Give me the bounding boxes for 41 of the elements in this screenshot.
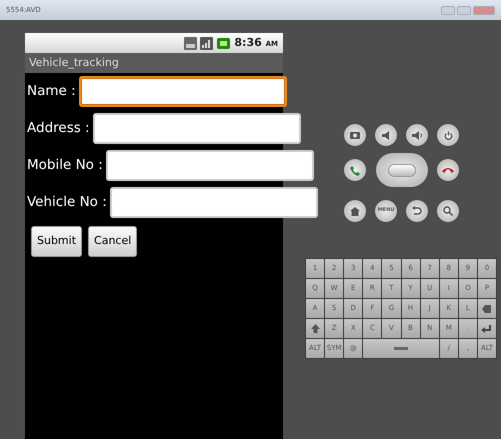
home-icon <box>350 206 360 216</box>
home-button[interactable] <box>344 200 366 222</box>
space-bar-icon <box>394 347 408 350</box>
space-key[interactable] <box>363 339 439 358</box>
network-icon <box>184 36 198 50</box>
power-button[interactable] <box>437 124 459 146</box>
delete-icon <box>482 304 492 312</box>
form-button[interactable]: Cancel <box>88 226 138 257</box>
back-arrow-icon <box>412 206 422 216</box>
speaker-icon <box>382 130 390 140</box>
camera-button[interactable] <box>344 124 366 146</box>
field-label: Vehicle No : <box>27 193 107 212</box>
signal-icon <box>200 36 214 50</box>
enter-key[interactable] <box>478 319 496 338</box>
volume-down-button[interactable] <box>375 124 397 146</box>
input-field[interactable] <box>78 76 287 107</box>
shift-key[interactable] <box>306 319 324 338</box>
call-button[interactable] <box>344 159 366 181</box>
power-icon <box>444 130 452 140</box>
battery-icon <box>216 36 232 50</box>
input-field[interactable] <box>92 113 301 144</box>
form-button[interactable]: Submit <box>31 226 82 257</box>
input-field[interactable] <box>110 187 318 218</box>
field-label: Mobile No : <box>27 156 103 176</box>
app-title-bar: Vehicle_tracking <box>25 53 283 73</box>
delete-key[interactable] <box>478 299 496 318</box>
field-label: Address : <box>27 119 90 138</box>
phone-icon <box>442 167 454 173</box>
search-button[interactable] <box>437 200 459 222</box>
input-field[interactable] <box>106 150 314 181</box>
camera-icon <box>350 131 360 139</box>
shift-arrow-icon <box>310 324 320 333</box>
speaker-icon <box>412 130 422 140</box>
end-call-button[interactable] <box>437 159 459 181</box>
volume-up-button[interactable] <box>406 124 428 146</box>
enter-arrow-icon <box>481 324 492 332</box>
dpad-control[interactable] <box>376 153 428 187</box>
search-icon <box>443 206 453 216</box>
field-label: Name : <box>27 82 76 102</box>
back-button[interactable] <box>406 200 428 222</box>
phone-icon <box>350 164 360 176</box>
